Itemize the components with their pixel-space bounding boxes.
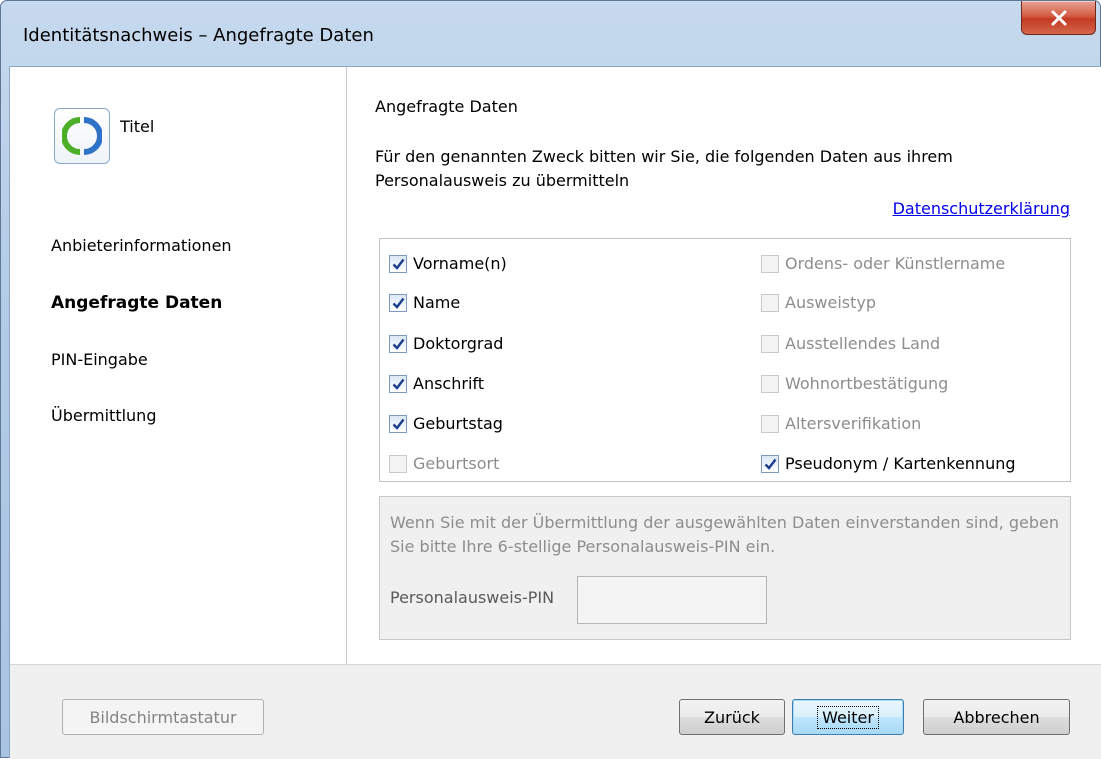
checkbox xyxy=(761,254,779,273)
checkbox xyxy=(761,334,779,353)
checkbox xyxy=(761,414,779,433)
checkbox[interactable] xyxy=(389,293,407,312)
sidebar: Titel Anbieterinformationen Angefragte D… xyxy=(10,67,347,664)
footer-bar: Bildschirmtastatur Zurück Weiter Abbrech… xyxy=(10,664,1101,759)
checkbox-label: Ausweistyp xyxy=(785,293,877,312)
pin-info-text: Wenn Sie mit der Übermittlung der ausgew… xyxy=(390,513,1059,556)
back-button[interactable]: Zurück xyxy=(679,699,785,735)
provider-logo xyxy=(54,108,110,164)
checkbox[interactable] xyxy=(389,374,407,393)
checkbox-label: Altersverifikation xyxy=(785,414,922,433)
next-label: Weiter xyxy=(817,705,879,729)
checkbox-label: Name xyxy=(413,293,461,312)
nav-item-uebermittlung: Übermittlung xyxy=(51,406,157,425)
checkbox xyxy=(761,374,779,393)
checkbox[interactable] xyxy=(389,254,407,273)
field-ausweistyp: Ausweistyp xyxy=(761,293,876,312)
checkbox xyxy=(761,293,779,312)
nav-item-anbieterinformationen: Anbieterinformationen xyxy=(51,236,232,255)
requested-data-list: Vorname(n) Name Doktorgrad Anschrift Geb… xyxy=(379,238,1071,482)
dialog-client-area: Titel Anbieterinformationen Angefragte D… xyxy=(9,66,1101,759)
field-geburtsort: Geburtsort xyxy=(389,454,499,473)
field-altersverifikation: Altersverifikation xyxy=(761,414,921,433)
field-ausstellendes-land: Ausstellendes Land xyxy=(761,334,940,353)
provider-name: Titel xyxy=(120,117,155,136)
field-pseudonym[interactable]: Pseudonym / Kartenkennung xyxy=(761,454,1016,473)
checkmark-icon xyxy=(392,378,404,390)
cancel-label: Abbrechen xyxy=(953,707,1040,727)
pin-input[interactable] xyxy=(577,576,767,624)
field-ordensname: Ordens- oder Künstlername xyxy=(761,254,1005,273)
provider-logo-icon xyxy=(62,117,102,155)
title-bar[interactable]: Identitätsnachweis – Angefragte Daten xyxy=(1,1,1101,67)
pin-label: Personalausweis-PIN xyxy=(390,588,555,607)
checkmark-icon xyxy=(392,418,404,430)
close-icon xyxy=(1051,10,1066,25)
checkbox-label: Geburtstag xyxy=(413,414,503,433)
checkbox-label: Pseudonym / Kartenkennung xyxy=(785,454,1016,473)
on-screen-keyboard-button[interactable]: Bildschirmtastatur xyxy=(62,699,264,735)
privacy-policy-link[interactable]: Datenschutzerklärung xyxy=(893,199,1070,218)
checkbox-label: Ausstellendes Land xyxy=(785,334,941,353)
main-panel: Angefragte Daten Für den genannten Zweck… xyxy=(348,67,1101,664)
section-title: Angefragte Daten xyxy=(375,97,518,116)
checkbox-label: Doktorgrad xyxy=(413,334,504,353)
on-screen-keyboard-label: Bildschirmtastatur xyxy=(89,707,237,727)
close-button[interactable] xyxy=(1021,1,1096,35)
checkbox-label: Wohnortbestätigung xyxy=(785,374,949,393)
checkmark-icon xyxy=(392,258,404,270)
nav-item-pin-eingabe: PIN-Eingabe xyxy=(51,350,148,369)
checkbox-label: Anschrift xyxy=(413,374,485,393)
pin-group: Wenn Sie mit der Übermittlung der ausgew… xyxy=(379,496,1071,640)
checkbox-label: Ordens- oder Künstlername xyxy=(785,254,1006,273)
intro-text: Für den genannten Zweck bitten wir Sie, … xyxy=(375,147,953,190)
checkmark-icon xyxy=(764,458,776,470)
field-vorname[interactable]: Vorname(n) xyxy=(389,254,507,273)
checkbox[interactable] xyxy=(761,454,779,473)
field-name[interactable]: Name xyxy=(389,293,460,312)
nav-item-angefragte-daten: Angefragte Daten xyxy=(51,293,223,313)
field-geburtstag[interactable]: Geburtstag xyxy=(389,414,503,433)
next-button[interactable]: Weiter xyxy=(792,699,904,735)
window-title: Identitätsnachweis – Angefragte Daten xyxy=(23,25,374,46)
field-wohnortbestaetigung: Wohnortbestätigung xyxy=(761,374,948,393)
checkbox[interactable] xyxy=(389,414,407,433)
checkbox[interactable] xyxy=(389,334,407,353)
checkbox xyxy=(389,454,407,473)
field-doktorgrad[interactable]: Doktorgrad xyxy=(389,334,503,353)
checkbox-label: Vorname(n) xyxy=(413,254,507,273)
checkbox-label: Geburtsort xyxy=(413,454,500,473)
field-anschrift[interactable]: Anschrift xyxy=(389,374,484,393)
cancel-button[interactable]: Abbrechen xyxy=(923,699,1070,735)
checkmark-icon xyxy=(392,338,404,350)
back-label: Zurück xyxy=(704,707,760,727)
checkmark-icon xyxy=(392,297,404,309)
